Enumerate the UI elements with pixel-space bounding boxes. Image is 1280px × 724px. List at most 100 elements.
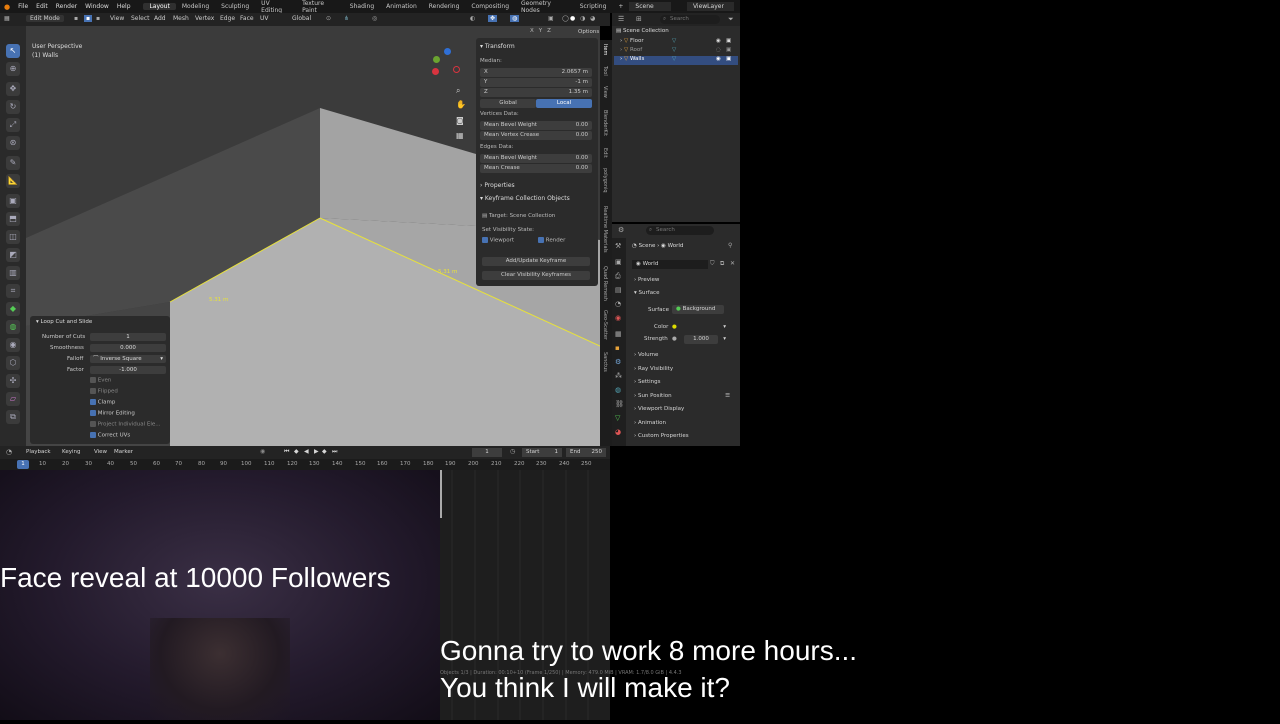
animation-panel-header[interactable]: › Animation [634,420,666,426]
tab-edit[interactable]: Edit [602,148,608,158]
scene-collection-row[interactable]: ▤ Scene Collection [616,28,669,34]
proportional-edit-icon[interactable]: ◎ [372,15,377,22]
surface-shader-field[interactable]: ● Background [672,305,724,314]
editor-type-icon[interactable]: ▦ [4,15,10,22]
gizmo-neg-x-icon[interactable] [453,66,460,73]
keying-menu[interactable]: Keying [62,449,80,455]
poly-build-icon[interactable]: ◆ [6,302,20,316]
prev-keyframe-icon[interactable]: ◆ [294,448,299,455]
scale-icon[interactable]: ⤢ [6,118,20,132]
current-frame-field[interactable]: 1 [472,448,502,457]
timeline-ruler[interactable]: 1 10 20 30 40 50 60 70 80 90 100 110 120… [0,459,610,470]
axis-z-toggle[interactable]: Z [547,28,551,34]
playhead[interactable]: 1 [17,460,29,469]
overlays-icon[interactable]: ◍ [510,15,520,22]
particles-tab-icon[interactable]: ⁂ [615,372,622,380]
correct-uvs-checkbox-box[interactable] [90,432,96,438]
properties-search-input[interactable]: ⌕ Search [646,226,714,235]
axis-gizmo[interactable] [428,48,464,84]
smooth-icon[interactable]: ◉ [6,338,20,352]
menu-help[interactable]: Help [117,3,131,10]
keyframe-collection-header[interactable]: ▾ Keyframe Collection Objects [480,195,570,202]
tab-blenderkit[interactable]: BlenderKit [602,110,608,136]
camera-view-icon[interactable]: ◙ [456,116,464,125]
object-tab-icon[interactable]: ▪ [615,344,620,352]
tab-animation[interactable]: Animation [380,3,423,10]
viewport-checkbox-box[interactable] [482,237,488,243]
duplicate-icon[interactable]: ⧉ [720,260,724,268]
tab-sanctus[interactable]: Sanctus [602,352,608,372]
snap-icon[interactable]: ⋔ [344,15,349,22]
tab-quad-remesh[interactable]: Quad Remesh [602,266,608,301]
properties-header[interactable]: › Properties [480,182,515,189]
jump-end-icon[interactable]: ⏭ [332,448,337,456]
falloff-dropdown[interactable]: ⌒ Inverse Square ▾ [90,355,166,363]
outliner-item-walls[interactable]: › ▽ Walls ▽ ◉ ▣ [614,56,738,65]
project-individual-checkbox-box[interactable] [90,421,96,427]
start-frame-field[interactable]: Start 1 [522,448,562,457]
menu-vertex[interactable]: Vertex [195,15,214,22]
outliner-item-roof[interactable]: › ▽ Roof ▽ ◌ ▣ [620,47,740,53]
add-update-keyframe-button[interactable]: Add/Update Keyframe [482,257,590,266]
spin-icon[interactable]: ◍ [6,320,20,334]
pivot-icon[interactable]: ⊙ [326,15,331,22]
add-workspace-button[interactable]: + [612,3,629,10]
select-mode-vertex-icon[interactable]: ▪ [74,15,78,22]
volume-panel-header[interactable]: › Volume [634,352,658,358]
material-tab-icon[interactable]: ◕ [615,428,621,436]
ray-visibility-panel-header[interactable]: › Ray Visibility [634,366,673,372]
strength-field[interactable]: ● 1.000 ▾ [672,335,726,344]
mirror-editing-checkbox[interactable]: Mirror Editing [90,410,135,417]
bevel-icon[interactable]: ◩ [6,248,20,262]
clock-icon[interactable]: ◷ [510,448,515,455]
shading-rendered-icon[interactable]: ◕ [590,15,595,22]
loop-cut-icon[interactable]: ▥ [6,266,20,280]
project-individual-checkbox[interactable]: Project Individual Ele... [90,421,160,428]
knife-icon[interactable]: ⌗ [6,284,20,298]
custom-properties-panel-header[interactable]: › Custom Properties [634,433,689,439]
eye-icon[interactable]: ◉ [716,38,721,44]
view-layer-tab-icon[interactable]: ▤ [615,286,622,294]
inset-icon[interactable]: ◫ [6,230,20,244]
render-checkbox-box[interactable] [538,237,544,243]
factor-field[interactable]: -1.000 [90,366,166,374]
shrink-fatten-icon[interactable]: ✣ [6,374,20,388]
cursor-icon[interactable]: ⊕ [6,62,20,76]
play-reverse-icon[interactable]: ◀ [304,448,309,455]
funnel-icon[interactable]: ⏷ [728,15,734,24]
axis-y-toggle[interactable]: Y [539,28,542,34]
clear-visibility-keyframes-button[interactable]: Clear Visibility Keyframes [482,271,590,280]
tab-rendering[interactable]: Rendering [423,3,466,10]
outliner-editor-icon[interactable]: ☰ [618,15,624,23]
menu-render[interactable]: Render [56,3,77,10]
tab-geo-scatter[interactable]: Geo-Scatter [602,310,608,340]
mean-bevel-weight-edge-field[interactable]: Mean Bevel Weight 0.00 [480,154,592,163]
shading-material-icon[interactable]: ◑ [580,15,585,22]
tab-compositing[interactable]: Compositing [465,3,515,10]
mean-crease-field[interactable]: Mean Crease 0.00 [480,164,592,173]
outliner-filter-icon[interactable]: ⊞ [636,15,642,23]
constraints-tab-icon[interactable]: ⛓ [615,400,624,408]
fake-user-icon[interactable]: ⛉ [710,260,715,268]
clamp-checkbox-box[interactable] [90,399,96,405]
even-checkbox[interactable]: Even [90,377,111,384]
tab-texture-paint[interactable]: Texture Paint [296,0,344,14]
viewport-visibility-icon[interactable]: ◐ [470,15,475,22]
axis-x-toggle[interactable]: X [530,28,534,34]
viewport-display-panel-header[interactable]: › Viewport Display [634,406,684,412]
camera-icon[interactable]: ▣ [726,38,731,44]
unlink-icon[interactable]: ✕ [730,260,735,267]
even-checkbox-box[interactable] [90,377,96,383]
world-name-field[interactable]: ◉ World [632,260,708,269]
sun-position-panel-header[interactable]: › Sun Position ☰ [634,393,730,399]
next-keyframe-icon[interactable]: ◆ [322,448,327,455]
select-mode-edge-icon[interactable]: ▪ [84,15,93,22]
record-icon[interactable]: ◉ [260,448,265,455]
settings-panel-header[interactable]: › Settings [634,379,661,385]
edge-slide-icon[interactable]: ⬡ [6,356,20,370]
number-of-cuts-field[interactable]: 1 [90,333,166,341]
tab-scripting[interactable]: Scripting [574,3,613,10]
menu-edit[interactable]: Edit [36,3,48,10]
end-frame-field[interactable]: End 250 [566,448,606,457]
pin-icon[interactable]: ⚲ [728,242,732,249]
